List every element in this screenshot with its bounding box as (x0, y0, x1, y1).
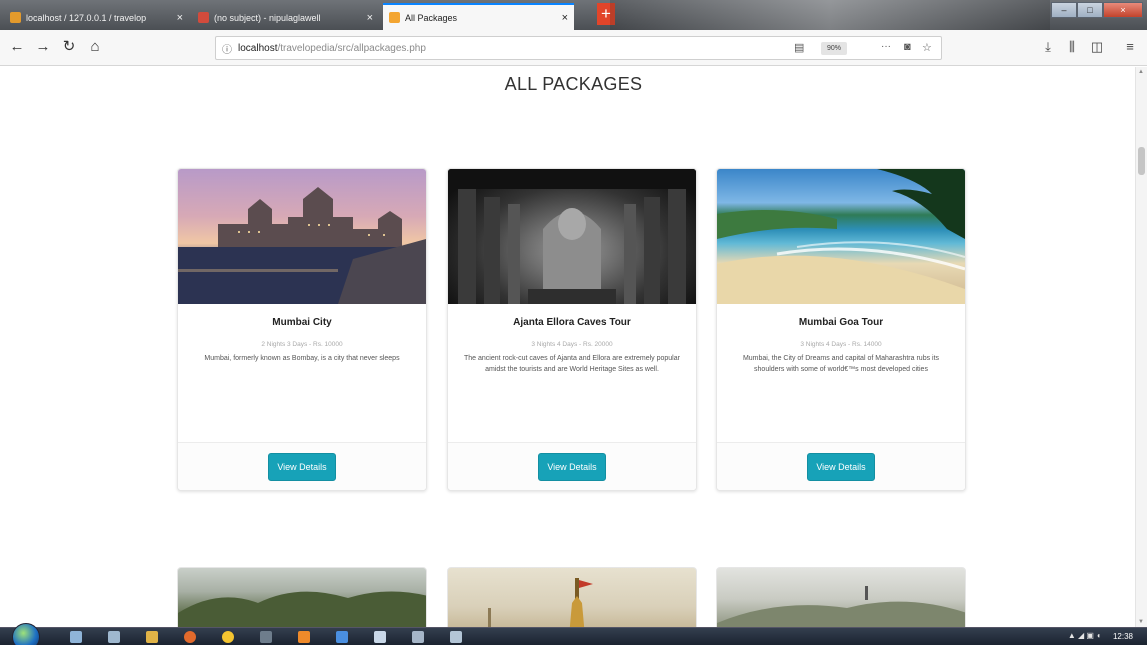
site-info-icon[interactable]: ⓘ (216, 41, 238, 56)
windows-taskbar: ▲ ◢ ▣ ◖ 12:38 (0, 623, 1147, 645)
home-button[interactable]: ⌂ (86, 38, 104, 56)
page-favicon-icon (389, 12, 400, 23)
reader-view-icon[interactable]: ▤ (794, 41, 804, 54)
minimize-button[interactable]: – (1051, 2, 1077, 18)
package-card: Ajanta Ellora Caves Tour 3 Nights 4 Days… (447, 168, 697, 491)
taskbar-clock: 12:38 (1112, 632, 1133, 641)
view-details-button[interactable]: View Details (268, 452, 336, 481)
package-name: Ajanta Ellora Caves Tour (513, 317, 631, 328)
forward-button[interactable]: → (34, 38, 52, 56)
reload-button[interactable]: ↻ (60, 38, 78, 56)
chrome-taskbar-icon[interactable] (222, 631, 234, 643)
close-tab-icon[interactable]: × (177, 12, 183, 24)
tab-gmail[interactable]: (no subject) - nipulaglawell × (192, 5, 379, 30)
bookmark-star-icon[interactable]: ☆ (922, 41, 932, 54)
package-image-mumbai-city (178, 169, 426, 304)
gmail-favicon-icon (198, 12, 209, 23)
maximize-button[interactable]: □ (1077, 2, 1103, 18)
media-icon[interactable] (146, 631, 158, 643)
menu-icon[interactable]: ≡ (1122, 39, 1138, 55)
ie-taskbar-icon[interactable] (336, 631, 348, 643)
xampp-taskbar-icon[interactable] (298, 631, 310, 643)
card-footer: View Details (178, 442, 426, 490)
package-card: Mumbai Goa Tour 3 Nights 4 Days - Rs. 14… (716, 168, 966, 491)
zoom-level-badge[interactable]: 90% (821, 42, 848, 55)
close-window-button[interactable]: × (1103, 2, 1143, 18)
url-host: localhost (238, 42, 278, 54)
package-name: Mumbai City (272, 317, 332, 328)
tab-label: localhost / 127.0.0.1 / travelop (26, 12, 147, 23)
download-icon[interactable]: ⤓ (1040, 39, 1056, 55)
package-meta: 3 Nights 4 Days - Rs. 14000 (800, 341, 882, 348)
page-actions-icon[interactable]: ··· (881, 41, 891, 52)
system-tray[interactable]: ▲ ◢ ▣ ◖ (1068, 631, 1101, 640)
window-taskbar-icon[interactable] (450, 631, 462, 643)
scroll-up-arrow-icon[interactable]: ▲ (1138, 69, 1144, 75)
card-footer: View Details (448, 442, 696, 490)
package-image-hills (177, 567, 427, 627)
mountain-illustration (717, 586, 965, 627)
browser-tab-strip: localhost / 127.0.0.1 / travelop × (no s… (0, 0, 1147, 30)
tab-all-packages[interactable]: All Packages × (383, 3, 574, 30)
vertical-scrollbar[interactable]: ▲ ▼ (1135, 67, 1147, 627)
phpmyadmin-favicon-icon (10, 12, 21, 23)
libraries-icon[interactable] (108, 631, 120, 643)
package-name: Mumbai Goa Tour (798, 317, 884, 328)
scroll-down-arrow-icon[interactable]: ▼ (1138, 619, 1144, 625)
card-footer: View Details (717, 442, 965, 490)
page-title: ALL PACKAGES (504, 74, 643, 94)
back-button[interactable]: ← (8, 38, 26, 56)
app-taskbar-icon[interactable] (260, 631, 272, 643)
page-viewport: ALL PACKAGES Mumbai City 2 Nights 3 Days… (0, 67, 1135, 627)
library-icon[interactable]: ⫼ (1064, 39, 1080, 55)
view-details-button[interactable]: View Details (538, 452, 606, 481)
scrollbar-thumb[interactable] (1138, 147, 1145, 175)
package-description: Mumbai, formerly known as Bombay, is a c… (204, 355, 400, 362)
hills-illustration (178, 591, 426, 627)
new-tab-button[interactable]: + (597, 3, 615, 25)
package-image-mountain (716, 567, 966, 627)
start-button[interactable] (12, 623, 40, 645)
window-taskbar-icon[interactable] (412, 631, 424, 643)
explorer-icon[interactable] (70, 631, 82, 643)
navigation-toolbar: ← → ↻ ⌂ ⓘ localhost /travelopedia/src/al… (0, 30, 1147, 66)
sidebar-icon[interactable]: ◫ (1089, 39, 1105, 55)
package-meta: 2 Nights 3 Days - Rs. 10000 (261, 341, 343, 348)
close-tab-icon[interactable]: × (562, 12, 568, 24)
tab-label: (no subject) - nipulaglawell (214, 12, 321, 23)
package-meta: 3 Nights 4 Days - Rs. 20000 (531, 341, 613, 348)
beach-illustration (717, 169, 965, 304)
tab-phpmyadmin[interactable]: localhost / 127.0.0.1 / travelop × (4, 5, 189, 30)
package-description: Mumbai, the City of Dreams and capital o… (742, 355, 940, 373)
window-controls: – □ × (1051, 2, 1143, 18)
package-image-ajanta-ellora (448, 169, 696, 304)
address-bar[interactable]: ⓘ localhost /travelopedia/src/allpackage… (215, 36, 942, 60)
package-image-mumbai-goa (717, 169, 965, 304)
close-tab-icon[interactable]: × (367, 12, 373, 24)
view-details-button[interactable]: View Details (807, 452, 875, 481)
url-path: /travelopedia/src/allpackages.php (277, 42, 426, 54)
cave-illustration (448, 169, 696, 304)
taj-hotel-illustration (178, 187, 426, 304)
tab-label: All Packages (405, 12, 458, 23)
temple-illustration (488, 578, 593, 627)
package-image-temple (447, 567, 697, 627)
window-taskbar-icon[interactable] (374, 631, 386, 643)
package-description: The ancient rock-cut caves of Ajanta and… (464, 355, 680, 373)
pocket-icon[interactable]: ◙ (904, 41, 911, 53)
package-card: Mumbai City 2 Nights 3 Days - Rs. 10000 … (177, 168, 427, 491)
firefox-taskbar-icon[interactable] (184, 631, 196, 643)
